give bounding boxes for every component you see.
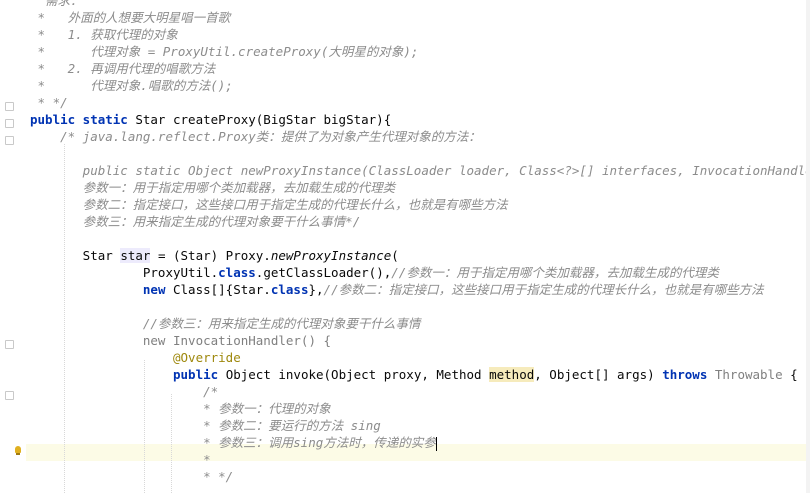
code-token: /* java.lang.reflect.Proxy类：提供了为对象产生代理对象… [30,129,481,144]
code-token: , Object[] args) [534,367,663,382]
code-token: * */ [30,469,234,484]
code-token: star [120,248,151,263]
code-line[interactable]: * 参数二：要运行的方法 sing [30,417,381,434]
code-token: class [270,282,309,297]
code-token: Throwable [714,367,783,382]
code-token: public static Object newProxyInstance(Cl… [30,163,810,178]
code-line[interactable]: 参数三：用来指定生成的代理对象要干什么事情*/ [30,213,361,230]
code-token: throws [662,367,715,382]
code-token: method [489,367,535,382]
code-line[interactable]: /* [30,383,218,400]
code-token: new InvocationHandler() { [30,333,332,348]
code-line[interactable]: public static Object newProxyInstance(Cl… [30,162,810,179]
text-caret [435,436,437,451]
fold-marker-icon[interactable] [5,136,14,145]
code-token: * */ [30,95,68,110]
code-line[interactable]: * */ [30,94,68,111]
code-token: { [782,367,798,382]
code-token: //参数二：指定接口，这些接口用于指定生成的代理长什么，也就是有哪些方法 [323,282,764,297]
lightbulb-icon[interactable] [15,446,21,455]
code-line[interactable]: * 2. 再调用代理的唱歌方法 [30,60,216,77]
code-line[interactable]: new InvocationHandler() { [30,332,331,349]
code-line[interactable]: * 1. 获取代理的对象 [30,26,178,43]
code-token: * 外面的人想要大明星唱一首歌 [30,10,231,25]
code-line[interactable]: * 参数三：调用sing方法时，传递的实参 [30,434,437,451]
fold-marker-icon[interactable] [5,102,14,111]
code-line[interactable]: 参数一：用于指定用哪个类加载器，去加载生成的代理类 [30,179,396,196]
code-line[interactable]: * [30,451,211,468]
code-token: Object invoke(Object proxy, Method [225,367,490,382]
code-token: * 参数一：代理的对象 [30,401,331,416]
code-token: /* [30,384,219,399]
code-line[interactable]: public static Star createProxy(BigStar b… [30,111,391,128]
code-token: = (Star) Proxy. [150,248,271,263]
code-line[interactable]: 参数二：指定接口，这些接口用于指定生成的代理长什么，也就是有哪些方法 [30,196,508,213]
code-editor[interactable]: 需求： * 外面的人想要大明星唱一首歌 * 1. 获取代理的对象 * 代理对象 … [0,0,810,493]
editor-scrollbar[interactable] [806,0,810,493]
code-token: .getClassLoader(), [255,265,392,280]
code-line[interactable]: /* java.lang.reflect.Proxy类：提供了为对象产生代理对象… [30,128,481,145]
code-token: * 参数三：调用sing方法时，传递的实参 [30,435,436,450]
code-token: 参数二：指定接口，这些接口用于指定生成的代理长什么，也就是有哪些方法 [30,197,508,212]
code-token: 参数三：用来指定生成的代理对象要干什么事情*/ [30,214,361,229]
code-line[interactable]: * 外面的人想要大明星唱一首歌 [30,9,231,26]
code-token: ProxyUtil. [30,265,219,280]
code-line[interactable]: public Object invoke(Object proxy, Metho… [30,366,798,383]
code-token: * 参数二：要运行的方法 sing [30,418,381,433]
code-token: public [173,367,226,382]
code-line[interactable]: Star star = (Star) Proxy.newProxyInstanc… [30,247,399,264]
fold-marker-icon[interactable] [5,119,14,128]
code-token: * [30,452,211,467]
fold-marker-icon[interactable] [5,340,14,349]
code-token: @Override [30,350,241,365]
code-token: 参数一：用于指定用哪个类加载器，去加载生成的代理类 [30,180,396,195]
fold-marker-icon[interactable] [5,391,14,400]
code-token: * 2. 再调用代理的唱歌方法 [30,61,216,76]
code-line[interactable]: //参数三：用来指定生成的代理对象要干什么事情 [30,315,421,332]
code-line[interactable]: @Override [30,349,241,366]
code-line[interactable]: * 代理对象 = ProxyUtil.createProxy(大明星的对象); [30,43,419,60]
code-token: Class[]{Star. [173,282,271,297]
code-token: new [142,282,173,297]
code-token: * 1. 获取代理的对象 [30,27,178,42]
code-line[interactable]: * 代理对象.唱歌的方法(); [30,77,233,94]
code-line[interactable]: new Class[]{Star.class},//参数二：指定接口，这些接口用… [30,281,764,298]
code-line[interactable]: * 参数一：代理的对象 [30,400,331,417]
code-line[interactable]: * */ [30,468,233,485]
code-token: //参数一：用于指定用哪个类加载器，去加载生成的代理类 [391,265,719,280]
code-token: //参数三：用来指定生成的代理对象要干什么事情 [30,316,421,331]
code-token: public static [30,112,136,127]
code-line[interactable]: 需求： [30,0,83,9]
code-token: newProxyInstance [270,248,392,263]
code-token: ( [391,248,399,263]
code-token: class [218,265,256,280]
code-token: Star [30,248,121,263]
code-line[interactable]: ProxyUtil.class.getClassLoader(),//参数一：用… [30,264,719,281]
code-token: }, [308,282,324,297]
editor-gutter [0,0,26,493]
code-token: * 代理对象.唱歌的方法(); [30,78,233,93]
code-token: 需求： [30,0,83,8]
code-token: * 代理对象 = ProxyUtil.createProxy(大明星的对象); [30,44,419,59]
code-token: Star createProxy(BigStar bigStar){ [135,112,392,127]
